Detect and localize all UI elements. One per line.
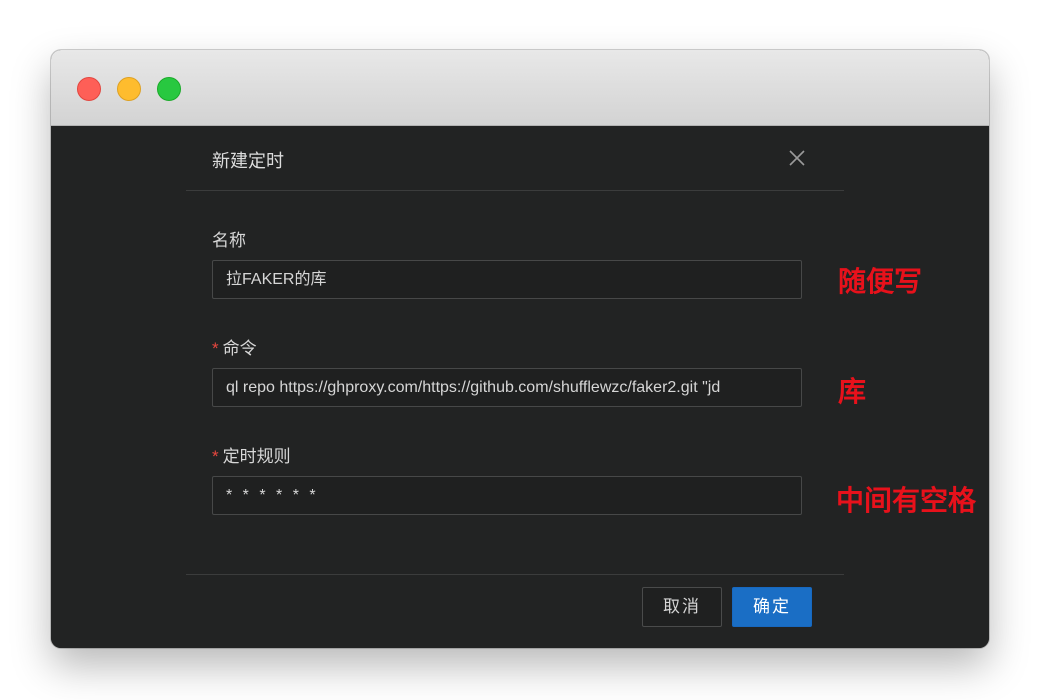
schedule-label: * 定时规则: [212, 442, 291, 467]
schedule-annotation: 中间有空格: [836, 485, 977, 516]
command-label: * 命令: [212, 334, 257, 359]
close-icon[interactable]: [786, 147, 808, 169]
dialog-footer: 取消 确定: [186, 574, 844, 648]
app-window: 新建定时 名称 拉FAKER的库 * 命令 ql repo https://ghp…: [51, 50, 989, 648]
cancel-button[interactable]: 取消: [642, 587, 722, 627]
window-titlebar: [51, 50, 989, 126]
window-minimize-button[interactable]: [117, 77, 141, 101]
name-annotation: 随便写: [838, 266, 923, 297]
name-input[interactable]: 拉FAKER的库: [212, 260, 802, 299]
name-label: 名称: [212, 231, 246, 250]
required-mark: *: [212, 447, 219, 466]
dialog-title: 新建定时: [212, 151, 284, 171]
command-input[interactable]: ql repo https://ghproxy.com/https://gith…: [212, 368, 802, 407]
ok-button[interactable]: 确定: [732, 587, 812, 627]
command-label-text: 命令: [222, 339, 257, 358]
schedule-input[interactable]: * * * * * *: [212, 476, 802, 515]
window-close-button[interactable]: [77, 77, 101, 101]
dialog-header: 新建定时: [186, 127, 844, 191]
window-content: 新建定时 名称 拉FAKER的库 * 命令 ql repo https://ghp…: [51, 127, 989, 648]
window-zoom-button[interactable]: [157, 77, 181, 101]
required-mark: *: [212, 339, 219, 358]
schedule-label-text: 定时规则: [222, 447, 291, 466]
command-annotation: 库: [838, 376, 867, 407]
new-cron-dialog: 新建定时 名称 拉FAKER的库 * 命令 ql repo https://ghp…: [186, 127, 844, 648]
